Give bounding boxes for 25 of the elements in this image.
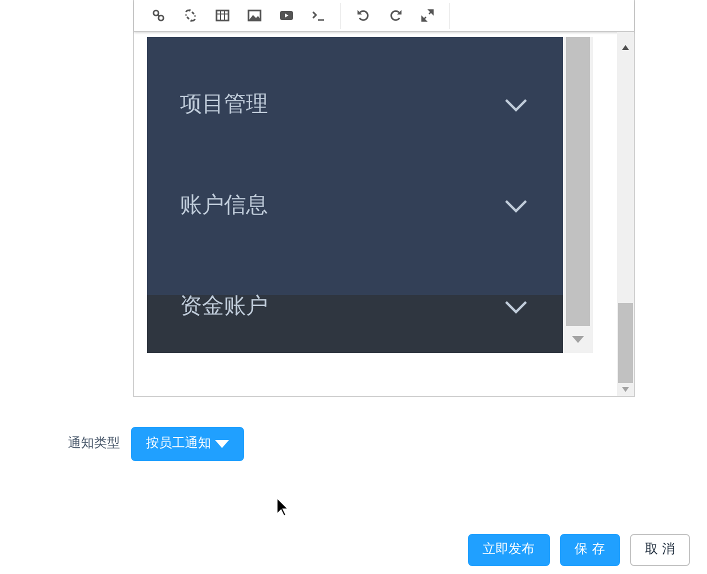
- menu-item-label: 资金账户: [180, 293, 268, 321]
- caret-icon: [215, 440, 229, 448]
- link-icon[interactable]: [150, 8, 166, 23]
- notice-type-label: 通知类型: [68, 435, 120, 454]
- action-button[interactable]: 立即发布: [468, 534, 550, 566]
- chevron-down-icon: [504, 300, 528, 314]
- scroll-up-icon[interactable]: [622, 45, 629, 50]
- scroll-down-icon: [572, 336, 584, 343]
- notice-type-dropdown[interactable]: 按员工通知: [131, 427, 244, 461]
- action-button[interactable]: 保 存: [560, 534, 620, 566]
- fullscreen-icon[interactable]: [420, 8, 434, 23]
- cursor-icon: [276, 497, 288, 517]
- action-button[interactable]: 取 消: [630, 534, 690, 566]
- menu-item-label: 项目管理: [180, 91, 268, 119]
- unlink-icon[interactable]: [182, 8, 198, 23]
- image-icon[interactable]: [246, 8, 262, 23]
- undo-icon[interactable]: [356, 8, 370, 23]
- table-icon[interactable]: [214, 8, 230, 23]
- scrollbar[interactable]: [617, 32, 634, 396]
- scrollbar-thumb[interactable]: [618, 303, 633, 383]
- video-icon[interactable]: [278, 8, 294, 23]
- chevron-down-icon: [504, 98, 528, 112]
- chevron-down-icon: [504, 198, 528, 212]
- menu-item-label: 账户信息: [180, 192, 268, 220]
- redo-icon[interactable]: [388, 8, 402, 23]
